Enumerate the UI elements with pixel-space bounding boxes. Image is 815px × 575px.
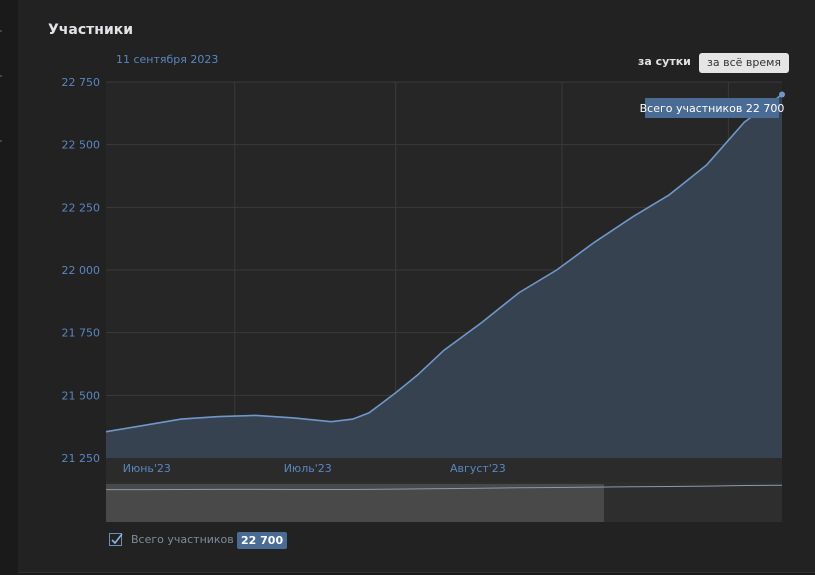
legend-label: Всего участников xyxy=(131,533,234,546)
legend-item[interactable]: Всего участников xyxy=(109,533,234,546)
legend-value-badge: 22 700 xyxy=(237,532,288,549)
y-tick-label: 21 750 xyxy=(62,327,101,340)
navigator[interactable] xyxy=(106,482,783,522)
tooltip: Всего участников 22 700 xyxy=(640,98,785,118)
x-tick-label: Август'23 xyxy=(450,462,506,475)
checkmark-icon xyxy=(111,533,123,545)
x-tick-label: Июнь'23 xyxy=(123,462,171,475)
y-axis: 21 250 21 500 21 750 22 000 22 250 22 500 22 7… xyxy=(62,76,101,465)
legend-checkbox[interactable] xyxy=(109,533,123,546)
tooltip-text: Всего участников 22 700 xyxy=(640,102,785,115)
members-chart: 21 250 21 500 21 750 22 000 22 250 22 500 22 7… xyxy=(62,76,785,522)
series-endpoint-marker xyxy=(779,91,785,98)
y-tick-label: 21 250 xyxy=(62,452,101,465)
x-axis-strip xyxy=(106,458,782,482)
x-tick-label: Июль'23 xyxy=(284,462,332,475)
y-tick-label: 22 250 xyxy=(62,201,101,214)
y-tick-label: 22 750 xyxy=(62,76,101,89)
y-tick-label: 21 500 xyxy=(62,389,101,402)
y-tick-label: 22 000 xyxy=(62,264,101,277)
y-tick-label: 22 500 xyxy=(62,139,101,152)
